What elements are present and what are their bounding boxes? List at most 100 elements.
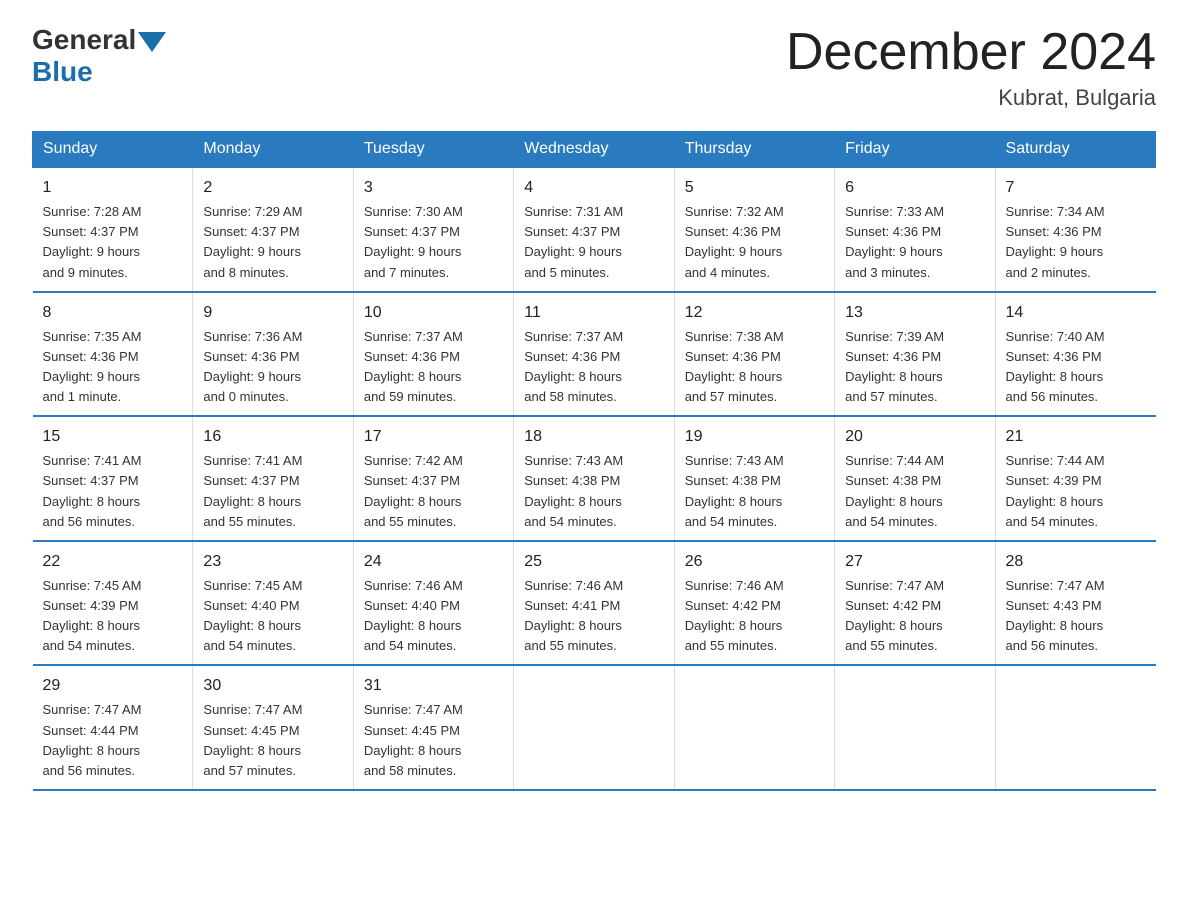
day-info: Sunrise: 7:36 AMSunset: 4:36 PMDaylight:… <box>203 327 342 408</box>
day-cell: 1Sunrise: 7:28 AMSunset: 4:37 PMDaylight… <box>33 167 193 292</box>
location-text: Kubrat, Bulgaria <box>786 85 1156 111</box>
day-info: Sunrise: 7:40 AMSunset: 4:36 PMDaylight:… <box>1006 327 1146 408</box>
day-info: Sunrise: 7:45 AMSunset: 4:40 PMDaylight:… <box>203 576 342 657</box>
week-row-1: 1Sunrise: 7:28 AMSunset: 4:37 PMDaylight… <box>33 167 1156 292</box>
day-number: 22 <box>43 550 183 574</box>
day-cell: 30Sunrise: 7:47 AMSunset: 4:45 PMDayligh… <box>193 665 353 790</box>
day-number: 9 <box>203 301 342 325</box>
day-cell: 11Sunrise: 7:37 AMSunset: 4:36 PMDayligh… <box>514 292 674 417</box>
day-cell: 28Sunrise: 7:47 AMSunset: 4:43 PMDayligh… <box>995 541 1155 666</box>
title-block: December 2024 Kubrat, Bulgaria <box>786 24 1156 111</box>
day-number: 27 <box>845 550 984 574</box>
day-cell: 27Sunrise: 7:47 AMSunset: 4:42 PMDayligh… <box>835 541 995 666</box>
header-sunday: Sunday <box>33 132 193 168</box>
day-cell <box>674 665 834 790</box>
week-row-2: 8Sunrise: 7:35 AMSunset: 4:36 PMDaylight… <box>33 292 1156 417</box>
header-saturday: Saturday <box>995 132 1155 168</box>
day-number: 28 <box>1006 550 1146 574</box>
day-cell: 5Sunrise: 7:32 AMSunset: 4:36 PMDaylight… <box>674 167 834 292</box>
day-info: Sunrise: 7:41 AMSunset: 4:37 PMDaylight:… <box>43 451 183 532</box>
day-cell: 9Sunrise: 7:36 AMSunset: 4:36 PMDaylight… <box>193 292 353 417</box>
day-info: Sunrise: 7:46 AMSunset: 4:42 PMDaylight:… <box>685 576 824 657</box>
day-cell: 22Sunrise: 7:45 AMSunset: 4:39 PMDayligh… <box>33 541 193 666</box>
day-number: 15 <box>43 425 183 449</box>
day-cell: 14Sunrise: 7:40 AMSunset: 4:36 PMDayligh… <box>995 292 1155 417</box>
day-number: 12 <box>685 301 824 325</box>
day-number: 10 <box>364 301 503 325</box>
header-friday: Friday <box>835 132 995 168</box>
day-cell <box>514 665 674 790</box>
day-number: 2 <box>203 176 342 200</box>
day-number: 16 <box>203 425 342 449</box>
day-number: 20 <box>845 425 984 449</box>
day-info: Sunrise: 7:33 AMSunset: 4:36 PMDaylight:… <box>845 202 984 283</box>
day-info: Sunrise: 7:47 AMSunset: 4:45 PMDaylight:… <box>203 700 342 781</box>
day-info: Sunrise: 7:34 AMSunset: 4:36 PMDaylight:… <box>1006 202 1146 283</box>
page-header: General Blue December 2024 Kubrat, Bulga… <box>32 24 1156 111</box>
day-info: Sunrise: 7:35 AMSunset: 4:36 PMDaylight:… <box>43 327 183 408</box>
day-cell: 26Sunrise: 7:46 AMSunset: 4:42 PMDayligh… <box>674 541 834 666</box>
header-tuesday: Tuesday <box>353 132 513 168</box>
day-info: Sunrise: 7:29 AMSunset: 4:37 PMDaylight:… <box>203 202 342 283</box>
day-cell: 29Sunrise: 7:47 AMSunset: 4:44 PMDayligh… <box>33 665 193 790</box>
day-cell: 4Sunrise: 7:31 AMSunset: 4:37 PMDaylight… <box>514 167 674 292</box>
day-info: Sunrise: 7:28 AMSunset: 4:37 PMDaylight:… <box>43 202 183 283</box>
day-number: 25 <box>524 550 663 574</box>
day-cell: 13Sunrise: 7:39 AMSunset: 4:36 PMDayligh… <box>835 292 995 417</box>
day-info: Sunrise: 7:32 AMSunset: 4:36 PMDaylight:… <box>685 202 824 283</box>
day-number: 5 <box>685 176 824 200</box>
logo-blue-text: Blue <box>32 56 93 87</box>
week-row-4: 22Sunrise: 7:45 AMSunset: 4:39 PMDayligh… <box>33 541 1156 666</box>
day-number: 19 <box>685 425 824 449</box>
day-info: Sunrise: 7:30 AMSunset: 4:37 PMDaylight:… <box>364 202 503 283</box>
day-number: 13 <box>845 301 984 325</box>
day-cell: 6Sunrise: 7:33 AMSunset: 4:36 PMDaylight… <box>835 167 995 292</box>
day-number: 21 <box>1006 425 1146 449</box>
day-info: Sunrise: 7:47 AMSunset: 4:45 PMDaylight:… <box>364 700 503 781</box>
day-cell: 16Sunrise: 7:41 AMSunset: 4:37 PMDayligh… <box>193 416 353 541</box>
day-info: Sunrise: 7:43 AMSunset: 4:38 PMDaylight:… <box>685 451 824 532</box>
day-info: Sunrise: 7:42 AMSunset: 4:37 PMDaylight:… <box>364 451 503 532</box>
day-info: Sunrise: 7:46 AMSunset: 4:41 PMDaylight:… <box>524 576 663 657</box>
day-number: 24 <box>364 550 503 574</box>
day-cell: 15Sunrise: 7:41 AMSunset: 4:37 PMDayligh… <box>33 416 193 541</box>
day-cell: 18Sunrise: 7:43 AMSunset: 4:38 PMDayligh… <box>514 416 674 541</box>
day-number: 26 <box>685 550 824 574</box>
day-number: 8 <box>43 301 183 325</box>
day-info: Sunrise: 7:41 AMSunset: 4:37 PMDaylight:… <box>203 451 342 532</box>
day-info: Sunrise: 7:37 AMSunset: 4:36 PMDaylight:… <box>364 327 503 408</box>
day-cell <box>995 665 1155 790</box>
day-info: Sunrise: 7:37 AMSunset: 4:36 PMDaylight:… <box>524 327 663 408</box>
day-cell <box>835 665 995 790</box>
day-number: 11 <box>524 301 663 325</box>
day-cell: 31Sunrise: 7:47 AMSunset: 4:45 PMDayligh… <box>353 665 513 790</box>
day-info: Sunrise: 7:39 AMSunset: 4:36 PMDaylight:… <box>845 327 984 408</box>
header-wednesday: Wednesday <box>514 132 674 168</box>
day-info: Sunrise: 7:44 AMSunset: 4:38 PMDaylight:… <box>845 451 984 532</box>
month-title: December 2024 <box>786 24 1156 81</box>
day-cell: 12Sunrise: 7:38 AMSunset: 4:36 PMDayligh… <box>674 292 834 417</box>
day-info: Sunrise: 7:44 AMSunset: 4:39 PMDaylight:… <box>1006 451 1146 532</box>
day-number: 31 <box>364 674 503 698</box>
day-number: 4 <box>524 176 663 200</box>
day-number: 18 <box>524 425 663 449</box>
day-info: Sunrise: 7:45 AMSunset: 4:39 PMDaylight:… <box>43 576 183 657</box>
day-number: 23 <box>203 550 342 574</box>
day-cell: 8Sunrise: 7:35 AMSunset: 4:36 PMDaylight… <box>33 292 193 417</box>
day-number: 14 <box>1006 301 1146 325</box>
day-cell: 3Sunrise: 7:30 AMSunset: 4:37 PMDaylight… <box>353 167 513 292</box>
week-row-5: 29Sunrise: 7:47 AMSunset: 4:44 PMDayligh… <box>33 665 1156 790</box>
day-info: Sunrise: 7:47 AMSunset: 4:44 PMDaylight:… <box>43 700 183 781</box>
day-cell: 2Sunrise: 7:29 AMSunset: 4:37 PMDaylight… <box>193 167 353 292</box>
day-info: Sunrise: 7:31 AMSunset: 4:37 PMDaylight:… <box>524 202 663 283</box>
day-cell: 20Sunrise: 7:44 AMSunset: 4:38 PMDayligh… <box>835 416 995 541</box>
day-cell: 24Sunrise: 7:46 AMSunset: 4:40 PMDayligh… <box>353 541 513 666</box>
day-number: 29 <box>43 674 183 698</box>
week-row-3: 15Sunrise: 7:41 AMSunset: 4:37 PMDayligh… <box>33 416 1156 541</box>
day-number: 17 <box>364 425 503 449</box>
header-monday: Monday <box>193 132 353 168</box>
logo-general-text: General <box>32 24 136 56</box>
day-info: Sunrise: 7:47 AMSunset: 4:42 PMDaylight:… <box>845 576 984 657</box>
day-cell: 21Sunrise: 7:44 AMSunset: 4:39 PMDayligh… <box>995 416 1155 541</box>
day-info: Sunrise: 7:47 AMSunset: 4:43 PMDaylight:… <box>1006 576 1146 657</box>
